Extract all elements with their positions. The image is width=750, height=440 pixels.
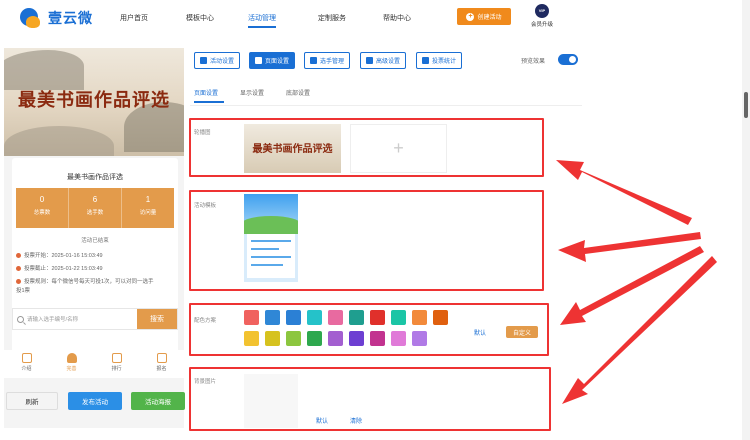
arrow-to-background <box>562 256 717 404</box>
arrow-to-carousel <box>556 160 692 225</box>
annotation-arrows <box>556 160 717 404</box>
